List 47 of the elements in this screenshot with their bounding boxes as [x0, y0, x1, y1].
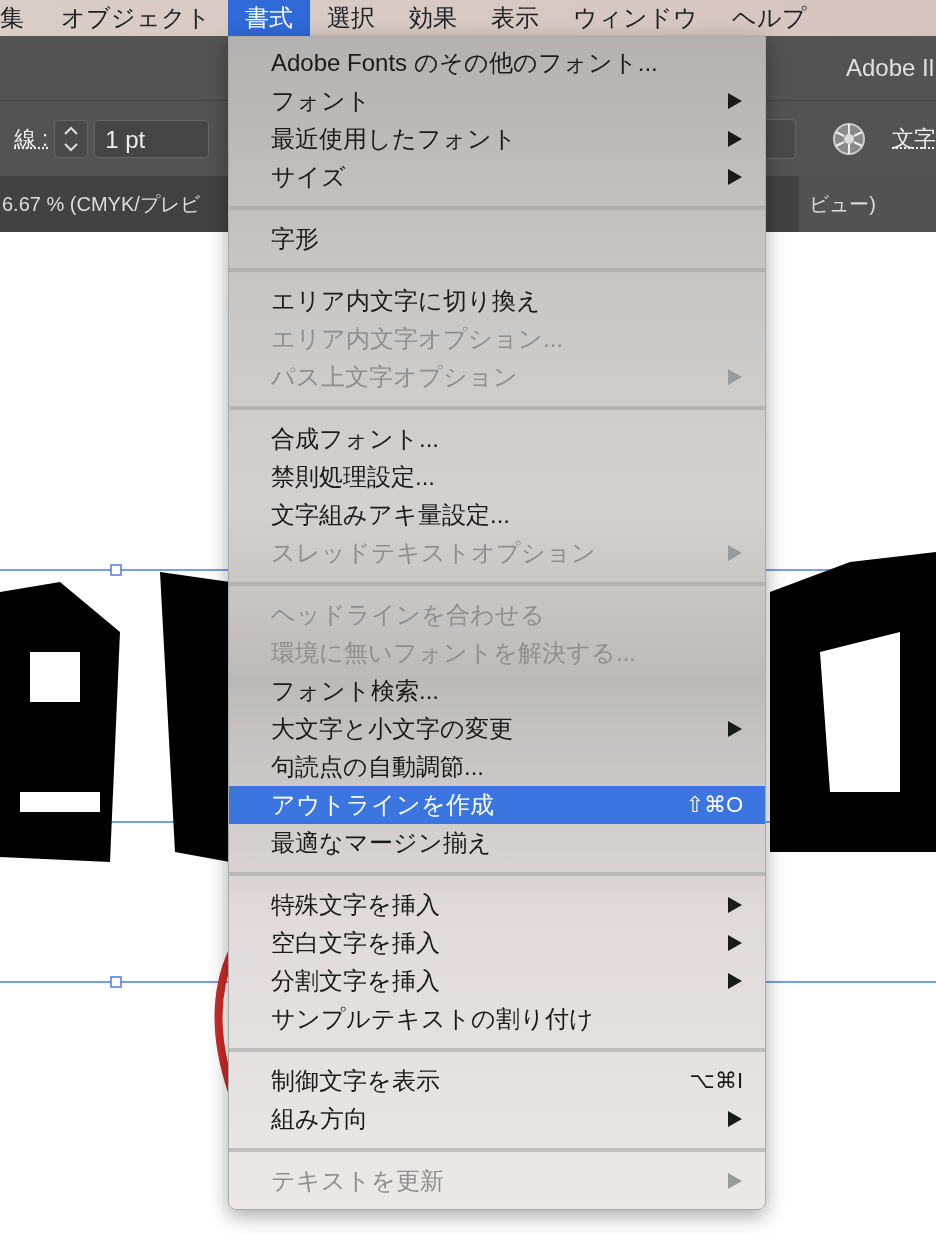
color-wheel-icon[interactable]: [832, 121, 866, 156]
menu-bar-item[interactable]: 選択: [310, 0, 392, 36]
menu-item[interactable]: フォント検索...: [229, 672, 765, 710]
stroke-weight-field[interactable]: 1 pt: [94, 119, 210, 158]
submenu-arrow-icon: [727, 368, 743, 386]
menu-item[interactable]: サンプルテキストの割り付け: [229, 1000, 765, 1038]
menu-bar-item[interactable]: ヘルプ: [715, 0, 824, 36]
app-title: Adobe Il: [845, 54, 934, 82]
menu-bar-item[interactable]: 表示: [474, 0, 556, 36]
character-label[interactable]: 文字: [892, 123, 936, 154]
menu-item[interactable]: 字形: [229, 220, 765, 258]
menu-bar-item[interactable]: オブジェクト: [44, 0, 228, 36]
submenu-arrow-icon: [727, 130, 743, 148]
menu-item[interactable]: Adobe Fonts のその他のフォント...: [229, 44, 765, 82]
menu-item[interactable]: サイズ: [229, 158, 765, 196]
submenu-arrow-icon: [727, 544, 743, 562]
menu-item[interactable]: 禁則処理設定...: [229, 458, 765, 496]
submenu-arrow-icon: [727, 1172, 743, 1190]
menu-item[interactable]: 組み方向: [229, 1100, 765, 1138]
menu-item[interactable]: 制御文字を表示 ⌥⌘I: [229, 1062, 765, 1100]
menu-item[interactable]: 空白文字を挿入: [229, 924, 765, 962]
submenu-arrow-icon: [727, 168, 743, 186]
menu-item[interactable]: アウトラインを作成 ⇧⌘O: [229, 786, 765, 824]
menu-item[interactable]: 最適なマージン揃え: [229, 824, 765, 862]
submenu-arrow-icon: [727, 1110, 743, 1128]
submenu-arrow-icon: [727, 720, 743, 738]
document-tab[interactable]: ビュー): [799, 176, 936, 232]
stroke-label: 線 :: [14, 124, 49, 153]
submenu-arrow-icon: [727, 896, 743, 914]
menu-item[interactable]: 大文字と小文字の変更: [229, 710, 765, 748]
menu-bar-item[interactable]: ウィンドウ: [556, 0, 715, 36]
submenu-arrow-icon: [727, 934, 743, 952]
menu-item[interactable]: 句読点の自動調節...: [229, 748, 765, 786]
menu-item[interactable]: エリア内文字に切り換え: [229, 282, 765, 320]
menu-item[interactable]: 合成フォント...: [229, 420, 765, 458]
menu-item[interactable]: 分割文字を挿入: [229, 962, 765, 1000]
menu-item[interactable]: フォント: [229, 82, 765, 120]
menu-item[interactable]: 特殊文字を挿入: [229, 886, 765, 924]
submenu-arrow-icon: [727, 972, 743, 990]
menu-bar-item[interactable]: 効果: [392, 0, 474, 36]
menu-item[interactable]: 文字組みアキ量設定...: [229, 496, 765, 534]
menu-bar-item[interactable]: 書式: [228, 0, 310, 36]
stepper-icon[interactable]: [54, 119, 89, 158]
menu-bar-item[interactable]: 集: [0, 0, 44, 36]
menu-item[interactable]: 最近使用したフォント: [229, 120, 765, 158]
document-tab[interactable]: 6.67 % (CMYK/プレビ: [2, 190, 200, 218]
submenu-arrow-icon: [727, 92, 743, 110]
